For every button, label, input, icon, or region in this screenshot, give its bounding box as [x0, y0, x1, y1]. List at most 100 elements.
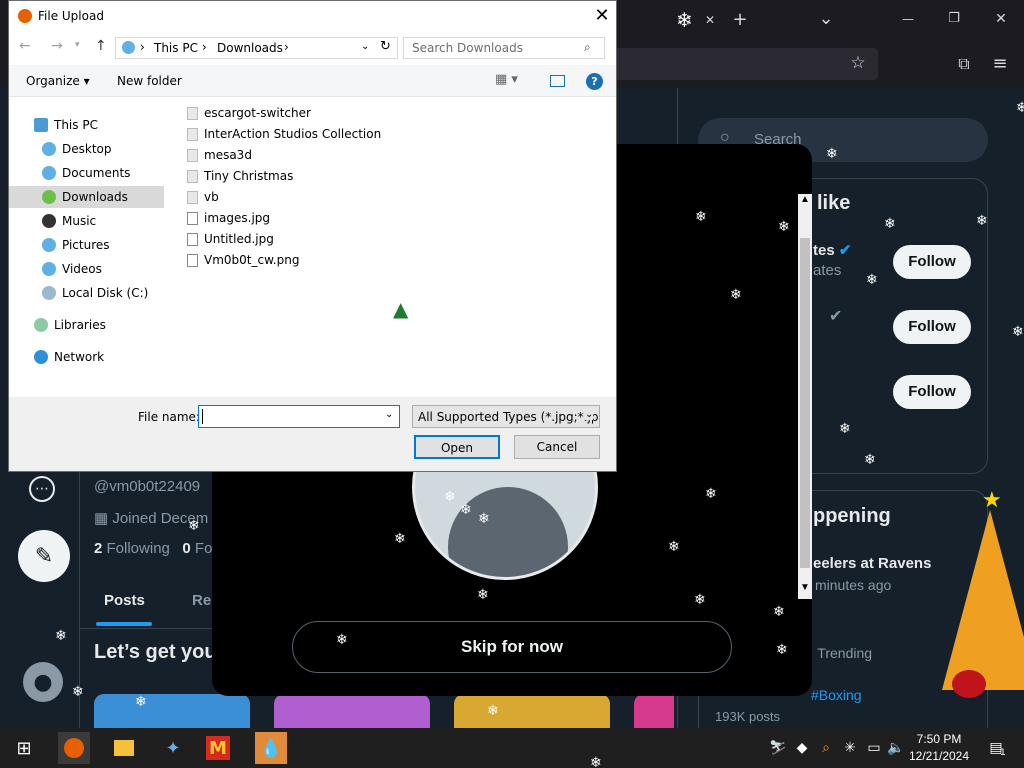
- search-downloads-input[interactable]: Search Downloads ⌕: [403, 37, 605, 59]
- following-count[interactable]: 2: [94, 540, 102, 557]
- trending-label: · Trending: [809, 645, 873, 661]
- file-item-folder[interactable]: InterAction Studios Collection: [187, 124, 381, 144]
- tab-list-dropdown-icon[interactable]: ⌄: [816, 8, 836, 29]
- tree-local-disk[interactable]: Local Disk (C:): [42, 282, 148, 304]
- file-type-select[interactable]: All Supported Types (*.jpg;*.jpe ⌄: [412, 405, 600, 428]
- filename-input[interactable]: ⌄: [198, 405, 400, 428]
- followers-count[interactable]: 0: [182, 540, 190, 557]
- app-menu-icon[interactable]: ≡: [990, 53, 1010, 74]
- dialog-titlebar[interactable]: File Upload ✕: [9, 1, 616, 31]
- tab-posts[interactable]: Posts: [96, 592, 152, 626]
- file-item-image[interactable]: Vm0b0t_cw.png: [187, 250, 299, 270]
- up-arrow-icon[interactable]: ↑: [95, 38, 107, 54]
- bookmark-star-icon[interactable]: ☆: [848, 53, 868, 73]
- snowflake-icon: ❄: [487, 703, 499, 719]
- file-item-folder[interactable]: Tiny Christmas: [187, 166, 293, 186]
- open-button[interactable]: Open: [414, 435, 500, 459]
- view-options-icon[interactable]: ▦ ▾: [495, 72, 518, 87]
- file-item-folder[interactable]: escargot-switcher: [187, 103, 311, 123]
- tab-close-icon[interactable]: ✕: [700, 13, 720, 27]
- followers-label[interactable]: Fo: [195, 540, 213, 557]
- help-icon[interactable]: ?: [586, 73, 603, 90]
- mcdonalds-icon[interactable]: M: [206, 736, 230, 760]
- folder-icon: [187, 190, 198, 204]
- scroll-thumb[interactable]: [800, 238, 810, 568]
- follow-button-1[interactable]: Follow: [893, 245, 971, 279]
- tree-desktop[interactable]: Desktop: [42, 138, 112, 160]
- notifications-icon[interactable]: ▤ 1: [980, 732, 1012, 764]
- recent-locations-icon[interactable]: ▾: [75, 40, 80, 50]
- refresh-icon[interactable]: ↻: [380, 39, 391, 54]
- verified-badge-icon: ✔: [829, 308, 843, 325]
- compose-post-button[interactable]: ✎: [18, 530, 70, 582]
- new-folder-button[interactable]: New folder: [117, 74, 182, 88]
- this-pc-small-icon: [122, 41, 135, 54]
- modal-scrollbar[interactable]: ▲ ▼: [798, 194, 812, 599]
- snowflake-icon: ❄: [676, 8, 693, 32]
- minimize-button[interactable]: —: [898, 12, 918, 26]
- scroll-down-arrow-icon[interactable]: ▼: [798, 582, 812, 598]
- file-item-folder[interactable]: vb: [187, 187, 219, 207]
- url-bar[interactable]: ☆: [616, 48, 878, 80]
- tree-libraries[interactable]: Libraries: [34, 314, 106, 336]
- image-file-icon: [187, 253, 198, 267]
- avatar-silhouette: [448, 487, 568, 577]
- suggestion-name-1[interactable]: tes ✔: [813, 241, 851, 259]
- file-name: mesa3d: [204, 148, 252, 162]
- clock[interactable]: 7:50 PM 12/21/2024: [906, 731, 972, 765]
- skip-for-now-button[interactable]: Skip for now: [292, 621, 732, 673]
- follow-button-2[interactable]: Follow: [893, 310, 971, 344]
- downloads-icon: [42, 190, 56, 204]
- dialog-close-button[interactable]: ✕: [587, 3, 617, 29]
- file-type-value: All Supported Types (*.jpg;*.jpe: [418, 410, 600, 424]
- trend-title[interactable]: eelers at Ravens: [813, 555, 931, 572]
- breadcrumb-this-pc[interactable]: This PC: [154, 41, 198, 55]
- snowflake-icon: ❄: [460, 502, 472, 518]
- new-tab-button[interactable]: +: [728, 9, 752, 30]
- follow-button-3[interactable]: Follow: [893, 375, 971, 409]
- tree-this-pc[interactable]: This PC: [34, 114, 98, 136]
- maximize-button[interactable]: ❐: [944, 11, 964, 26]
- close-window-button[interactable]: ✕: [991, 11, 1011, 27]
- water-drop-app-icon[interactable]: 💧: [255, 732, 287, 764]
- trend-tag[interactable]: #Boxing: [811, 687, 862, 703]
- disk-icon: [42, 286, 56, 300]
- tree-network[interactable]: Network: [34, 346, 104, 368]
- scroll-up-arrow-icon[interactable]: ▲: [798, 194, 812, 210]
- extensions-icon[interactable]: ⧉: [954, 54, 974, 74]
- cancel-button[interactable]: Cancel: [514, 435, 600, 459]
- breadcrumb-sep-icon: ›: [202, 40, 207, 54]
- filename-label: File name:: [138, 410, 200, 424]
- tree-music[interactable]: Music: [42, 210, 96, 232]
- who-to-follow-title: like: [817, 192, 851, 214]
- tree-documents[interactable]: Documents: [42, 162, 130, 184]
- organize-button[interactable]: Organize ▾: [26, 74, 90, 88]
- more-icon[interactable]: ⋯: [29, 476, 55, 502]
- tree-videos[interactable]: Videos: [42, 258, 102, 280]
- breadcrumb-downloads[interactable]: Downloads: [217, 41, 283, 55]
- following-label[interactable]: Following: [107, 540, 170, 557]
- file-item-folder[interactable]: mesa3d: [187, 145, 252, 165]
- back-arrow-icon[interactable]: ←: [19, 38, 31, 54]
- forward-arrow-icon[interactable]: →: [51, 38, 63, 54]
- address-bar[interactable]: › This PC › Downloads › ⌄ ↻: [115, 37, 398, 59]
- tree-pictures[interactable]: Pictures: [42, 234, 110, 256]
- firefox-taskbar-icon[interactable]: [58, 732, 90, 764]
- breadcrumb-sep-icon: ›: [140, 40, 145, 54]
- snowflake-icon: ❄: [1012, 324, 1024, 340]
- app-icon[interactable]: ✦: [157, 732, 189, 764]
- file-explorer-icon[interactable]: [108, 732, 140, 764]
- file-name: InterAction Studios Collection: [204, 127, 382, 141]
- account-avatar[interactable]: ●: [23, 662, 63, 702]
- file-item-image[interactable]: images.jpg: [187, 208, 270, 228]
- tree-downloads[interactable]: Downloads: [9, 186, 164, 208]
- tab-replies[interactable]: Re: [192, 592, 211, 609]
- desktop-icon: [42, 142, 56, 156]
- file-item-image[interactable]: Untitled.jpg: [187, 229, 274, 249]
- preview-pane-icon[interactable]: [550, 75, 565, 87]
- filename-dropdown-icon[interactable]: ⌄: [385, 409, 393, 420]
- documents-icon: [42, 166, 56, 180]
- address-dropdown-icon[interactable]: ⌄: [361, 41, 369, 52]
- start-button-windows-icon[interactable]: ⊞: [8, 732, 40, 764]
- snowflake-icon: ❄: [55, 628, 67, 644]
